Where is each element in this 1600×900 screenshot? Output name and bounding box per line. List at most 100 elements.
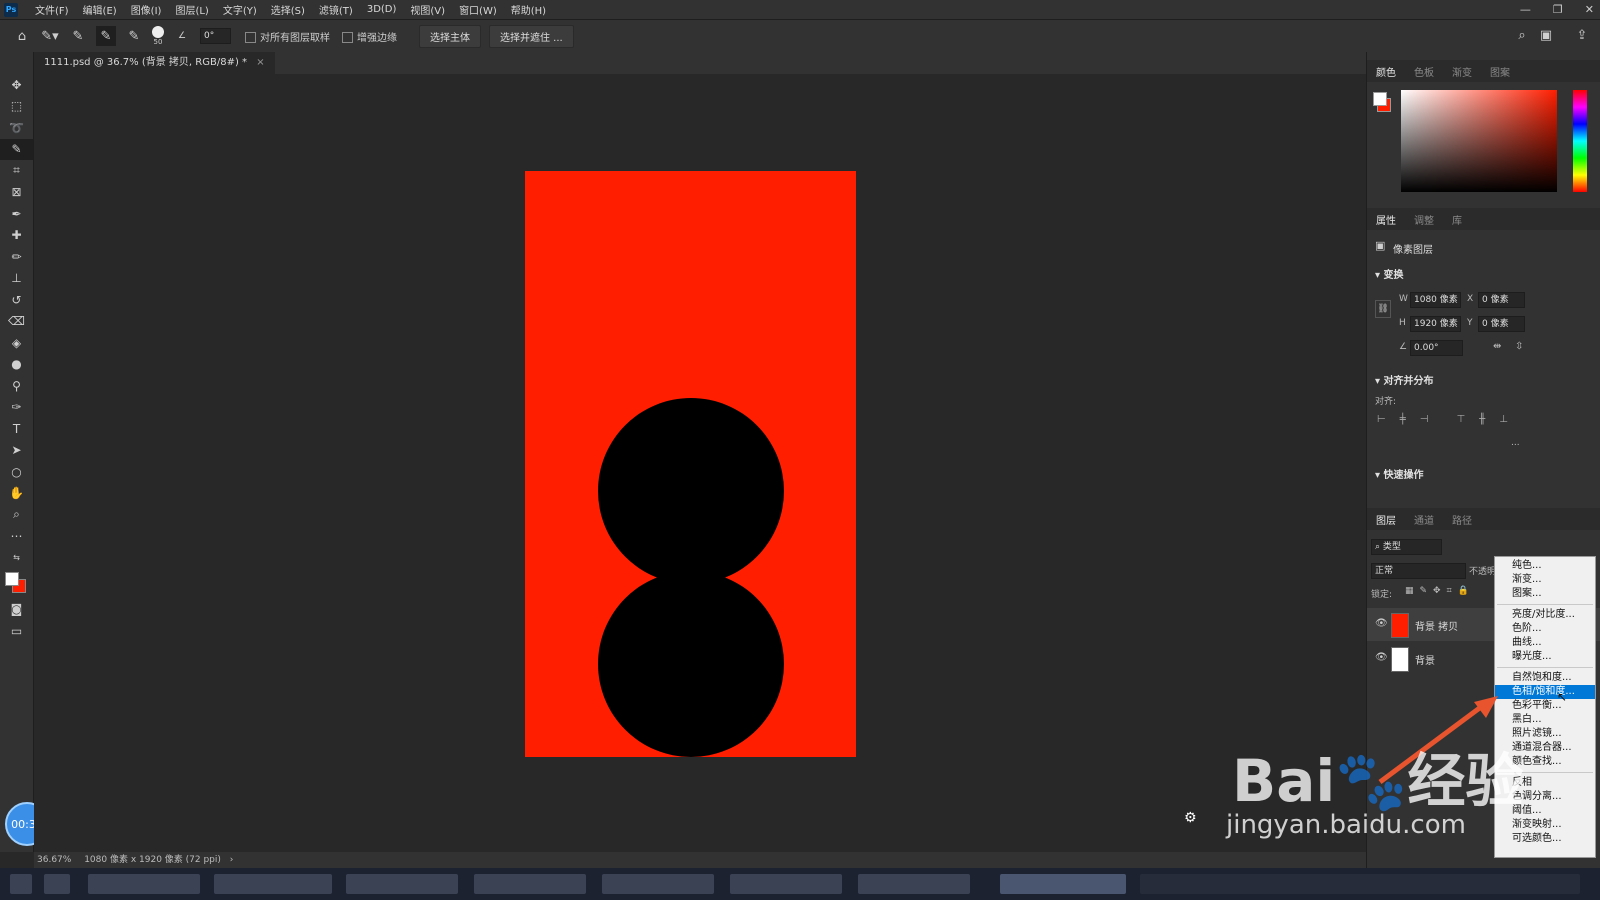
color-field[interactable] bbox=[1401, 90, 1557, 192]
screen-mode-icon[interactable]: ▭ bbox=[0, 620, 33, 642]
height-field[interactable]: 1920 像素 bbox=[1410, 316, 1461, 332]
quick-mask-icon[interactable]: ◙ bbox=[0, 599, 33, 621]
pen-tool-icon[interactable]: ✑ bbox=[0, 397, 33, 419]
minimize-button[interactable]: — bbox=[1520, 3, 1531, 16]
menu-file[interactable]: 文件(F) bbox=[28, 2, 76, 17]
foreground-color-swatch[interactable] bbox=[5, 571, 19, 586]
taskbar-app[interactable] bbox=[602, 874, 714, 894]
home-icon[interactable]: ⌂ bbox=[12, 26, 32, 46]
swap-colors-icon[interactable]: ⇆ bbox=[0, 547, 33, 569]
color-swatches[interactable] bbox=[0, 569, 33, 599]
menu-select[interactable]: 选择(S) bbox=[264, 2, 312, 17]
restore-button[interactable]: ❐ bbox=[1553, 3, 1563, 16]
close-button[interactable]: ✕ bbox=[1585, 3, 1594, 16]
tab-color[interactable]: 颜色 bbox=[1367, 64, 1405, 79]
menu-type[interactable]: 文字(Y) bbox=[216, 2, 264, 17]
x-field[interactable]: 0 像素 bbox=[1478, 292, 1525, 308]
search-icon[interactable]: ⌕ bbox=[1512, 25, 1532, 45]
taskbar-app[interactable] bbox=[474, 874, 586, 894]
share-icon[interactable]: ⇪ bbox=[1572, 25, 1592, 45]
new-selection-icon[interactable]: ✎ bbox=[68, 26, 88, 46]
taskbar-app[interactable] bbox=[730, 874, 842, 894]
quick-actions-title[interactable]: ▾ 快速操作 bbox=[1375, 466, 1424, 481]
menu-item-curves[interactable]: 曲线... bbox=[1495, 636, 1595, 650]
tab-patterns[interactable]: 图案 bbox=[1481, 64, 1519, 79]
system-tray[interactable] bbox=[1140, 874, 1580, 894]
brush-tool-icon[interactable]: ✏ bbox=[0, 246, 33, 268]
blend-mode-select[interactable]: 正常 bbox=[1371, 563, 1466, 579]
more-options-icon[interactable]: ... bbox=[1511, 438, 1520, 448]
clone-stamp-tool-icon[interactable]: ⊥ bbox=[0, 268, 33, 290]
align-section-title[interactable]: ▾ 对齐并分布 bbox=[1375, 372, 1434, 387]
visibility-eye-icon[interactable]: 👁 bbox=[1375, 652, 1388, 663]
frame-tool-icon[interactable]: ⊠ bbox=[0, 182, 33, 204]
select-subject-button[interactable]: 选择主体 bbox=[419, 24, 481, 48]
hue-slider[interactable] bbox=[1573, 90, 1587, 192]
visibility-eye-icon[interactable]: 👁 bbox=[1375, 618, 1388, 629]
document-canvas[interactable] bbox=[525, 171, 856, 757]
flip-horizontal-icon[interactable]: ⇹ bbox=[1493, 341, 1501, 352]
select-and-mask-button[interactable]: 选择并遮住 ... bbox=[489, 24, 574, 48]
zoom-tool-icon[interactable]: ⌕ bbox=[0, 504, 33, 526]
menu-filter[interactable]: 滤镜(T) bbox=[312, 2, 360, 17]
align-left-icon[interactable]: ⊢ bbox=[1377, 414, 1386, 425]
crop-tool-icon[interactable]: ⌗ bbox=[0, 160, 33, 182]
quick-selection-preset-icon[interactable]: ✎▾ bbox=[40, 26, 60, 46]
dodge-tool-icon[interactable]: ⚲ bbox=[0, 375, 33, 397]
quick-selection-tool-icon[interactable]: ✎ bbox=[0, 138, 33, 160]
width-field[interactable]: 1080 像素 bbox=[1410, 292, 1461, 308]
subtract-selection-icon[interactable]: ✎ bbox=[124, 26, 144, 46]
menu-item-brightness-contrast[interactable]: 亮度/对比度... bbox=[1495, 608, 1595, 622]
rotation-field[interactable]: 0.00° bbox=[1410, 340, 1463, 356]
menu-item-exposure[interactable]: 曝光度... bbox=[1495, 650, 1595, 664]
eraser-tool-icon[interactable]: ⌫ bbox=[0, 311, 33, 333]
menu-item-color-balance[interactable]: 色彩平衡... bbox=[1495, 699, 1595, 713]
tab-properties[interactable]: 属性 bbox=[1367, 212, 1405, 227]
taskbar-app[interactable] bbox=[44, 874, 70, 894]
tab-paths[interactable]: 路径 bbox=[1443, 512, 1481, 527]
menu-item-vibrance[interactable]: 自然饱和度... bbox=[1495, 671, 1595, 685]
y-field[interactable]: 0 像素 bbox=[1478, 316, 1525, 332]
path-selection-tool-icon[interactable]: ➤ bbox=[0, 440, 33, 462]
taskbar-app[interactable] bbox=[858, 874, 970, 894]
brush-size-picker[interactable]: 50 bbox=[152, 26, 164, 46]
layer-name[interactable]: 背景 拷贝 bbox=[1415, 618, 1458, 633]
menu-item-pattern[interactable]: 图案... bbox=[1495, 587, 1595, 601]
layer-name[interactable]: 背景 bbox=[1415, 652, 1435, 667]
ellipse-tool-icon[interactable]: ○ bbox=[0, 461, 33, 483]
flip-vertical-icon[interactable]: ⇳ bbox=[1515, 341, 1523, 352]
layer-filter-select[interactable]: ⌕ 类型 bbox=[1371, 539, 1442, 555]
add-selection-icon[interactable]: ✎ bbox=[96, 26, 116, 46]
menu-item-photo-filter[interactable]: 照片滤镜... bbox=[1495, 727, 1595, 741]
menu-item-hue-saturation[interactable]: 色相/饱和度... bbox=[1495, 685, 1595, 699]
more-tools-icon[interactable]: ⋯ bbox=[0, 526, 33, 548]
menu-item-black-white[interactable]: 黑白... bbox=[1495, 713, 1595, 727]
document-tab[interactable]: 1111.psd @ 36.7% (背景 拷贝, RGB/8#) * × bbox=[34, 52, 275, 74]
menu-help[interactable]: 帮助(H) bbox=[504, 2, 553, 17]
type-tool-icon[interactable]: T bbox=[0, 418, 33, 440]
sample-all-layers-checkbox[interactable]: 对所有图层取样 bbox=[245, 29, 330, 44]
tab-adjustments[interactable]: 调整 bbox=[1405, 212, 1443, 227]
menu-edit[interactable]: 编辑(E) bbox=[76, 2, 124, 17]
taskbar-app-photoshop[interactable] bbox=[1000, 874, 1126, 894]
tab-layers[interactable]: 图层 bbox=[1367, 512, 1405, 527]
menu-item-gradient[interactable]: 渐变... bbox=[1495, 573, 1595, 587]
align-bottom-icon[interactable]: ⊥ bbox=[1499, 414, 1508, 425]
panel-fg-swatch[interactable] bbox=[1373, 92, 1387, 106]
tab-close-icon[interactable]: × bbox=[256, 57, 264, 68]
marquee-tool-icon[interactable]: ⬚ bbox=[0, 96, 33, 118]
tab-gradients[interactable]: 渐变 bbox=[1443, 64, 1481, 79]
hand-tool-icon[interactable]: ✋ bbox=[0, 483, 33, 505]
lasso-tool-icon[interactable]: ➰ bbox=[0, 117, 33, 139]
menu-layer[interactable]: 图层(L) bbox=[168, 2, 215, 17]
align-right-icon[interactable]: ⊣ bbox=[1420, 414, 1429, 425]
menu-window[interactable]: 窗口(W) bbox=[452, 2, 504, 17]
blur-tool-icon[interactable]: ● bbox=[0, 354, 33, 376]
history-brush-tool-icon[interactable]: ↺ bbox=[0, 289, 33, 311]
transform-section-title[interactable]: ▾ 变换 bbox=[1375, 266, 1404, 281]
status-arrow-icon[interactable]: › bbox=[230, 855, 234, 865]
menu-image[interactable]: 图像(I) bbox=[124, 2, 169, 17]
taskbar-app[interactable] bbox=[88, 874, 200, 894]
align-vcenter-icon[interactable]: ╫ bbox=[1479, 414, 1485, 425]
angle-field[interactable]: 0° bbox=[200, 28, 231, 44]
